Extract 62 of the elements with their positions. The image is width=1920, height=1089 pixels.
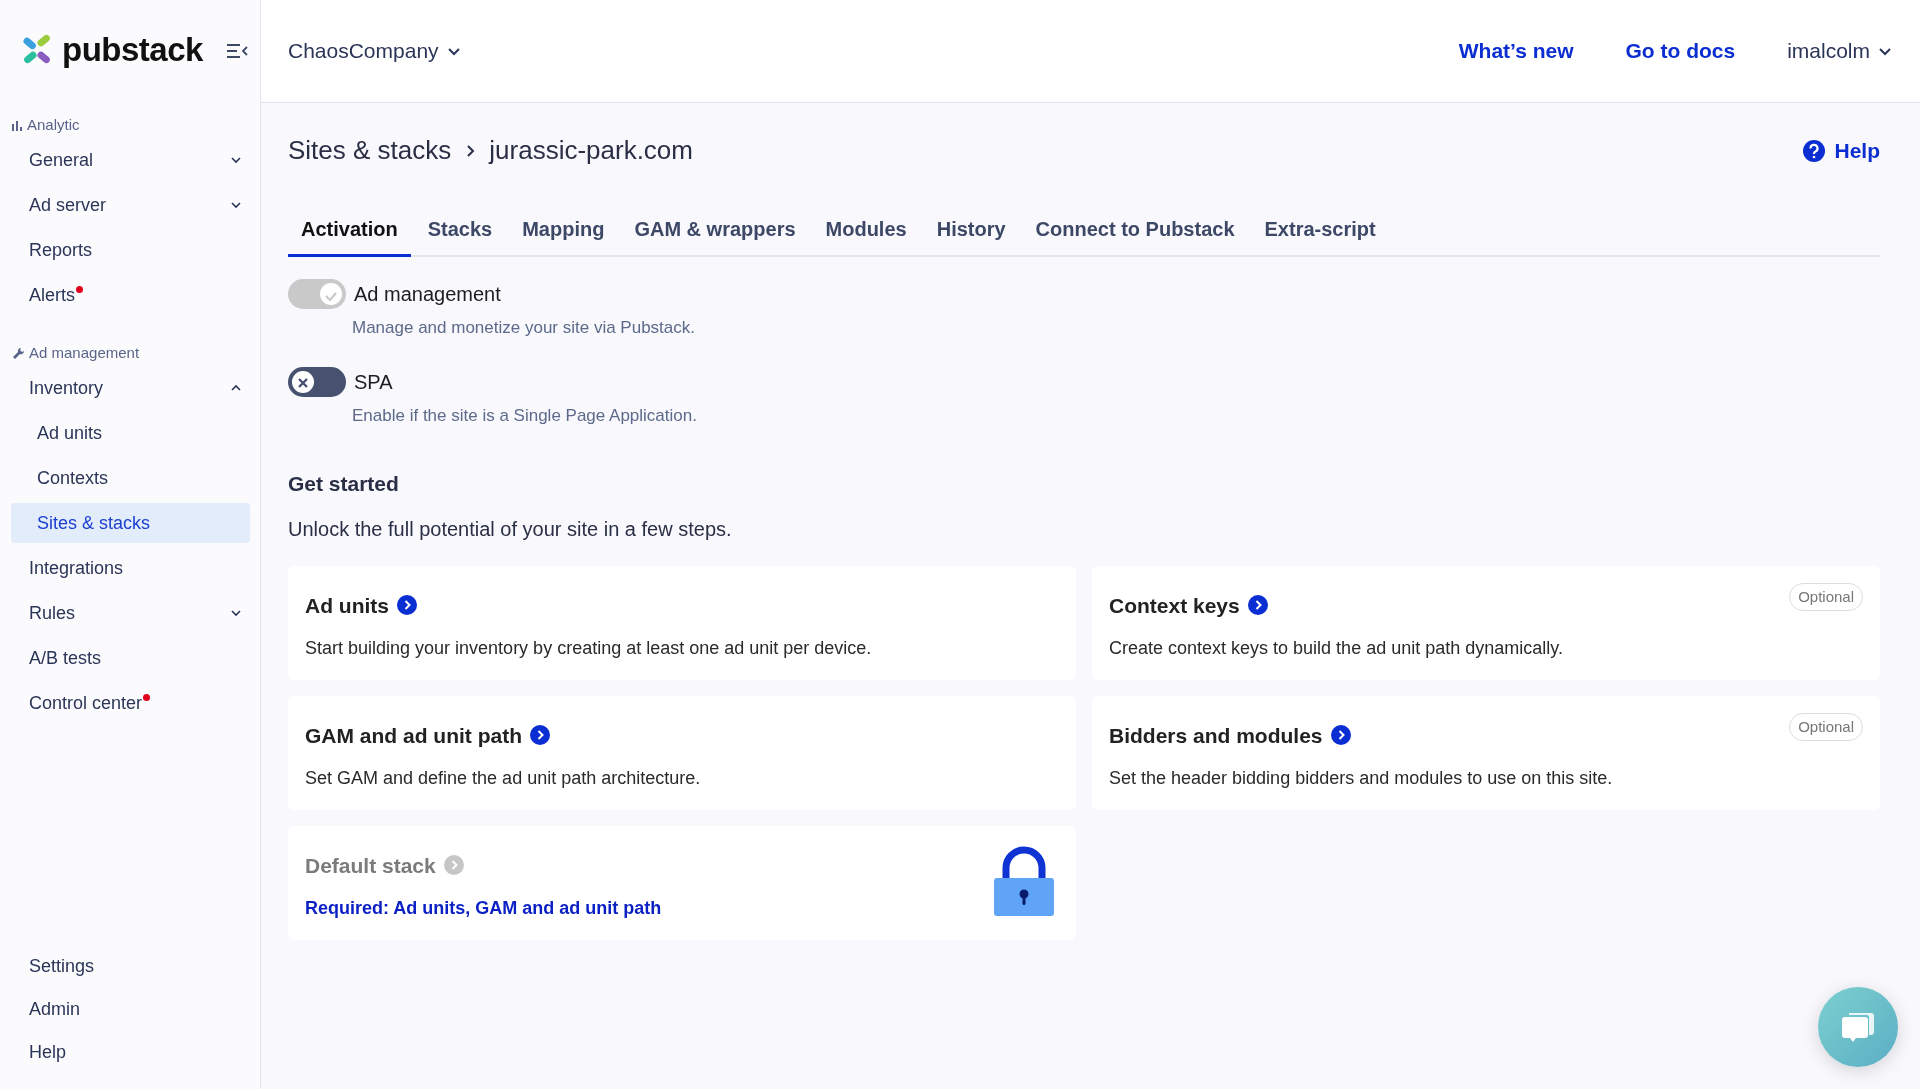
card-description: Create context keys to build the ad unit path dynamically. bbox=[1109, 637, 1564, 660]
sidebar-item[interactable]: Reports bbox=[11, 230, 250, 270]
header-link[interactable]: What’s new bbox=[1458, 35, 1574, 67]
breadcrumb-item: jurassic-park.com bbox=[489, 134, 693, 167]
sidebar-item[interactable]: Admin bbox=[11, 989, 250, 1029]
header-link[interactable]: Go to docs bbox=[1625, 35, 1736, 67]
sidebar-item[interactable]: A/B tests bbox=[11, 638, 250, 678]
section-heading: Analytic bbox=[27, 114, 80, 135]
toggle-label: SPA bbox=[354, 369, 393, 395]
card-description: Set the header bidding bidders and modules to use on this site. bbox=[1109, 767, 1614, 790]
section-title: Get started bbox=[288, 471, 400, 497]
sidebar-item[interactable]: Inventory bbox=[11, 368, 250, 408]
user-menu[interactable]: imalcolm bbox=[1787, 35, 1892, 67]
card-title: Default stack bbox=[305, 852, 436, 879]
tab[interactable]: History bbox=[923, 206, 1019, 257]
card-title: Bidders and modules bbox=[1109, 722, 1323, 749]
sidebar-item[interactable]: Integrations bbox=[11, 548, 250, 588]
bar-chart-icon bbox=[12, 119, 23, 131]
card-description: Set GAM and define the ad unit path architecture. bbox=[305, 767, 702, 790]
sidebar-item[interactable]: Alerts bbox=[11, 275, 250, 315]
sidebar-item[interactable]: Control center bbox=[11, 683, 250, 723]
chevron-down-icon bbox=[1878, 46, 1892, 56]
arrow-circle-icon[interactable] bbox=[1247, 595, 1268, 616]
logo-text: pubstack bbox=[62, 30, 203, 71]
arrow-circle-icon[interactable] bbox=[1330, 725, 1351, 746]
requirement-text: Required: Ad units, GAM and ad unit path bbox=[305, 897, 663, 920]
breadcrumb-chevron-icon bbox=[465, 143, 476, 158]
card-description: Start building your inventory by creating at least one ad unit per device. bbox=[305, 637, 873, 660]
sidebar-item[interactable]: Ad units bbox=[11, 413, 250, 453]
breadcrumb-item[interactable]: Sites & stacks bbox=[288, 131, 452, 170]
sidebar-item[interactable]: Help bbox=[11, 1032, 250, 1072]
sidebar-item[interactable]: Contexts bbox=[11, 458, 250, 498]
arrow-circle-icon[interactable] bbox=[397, 595, 417, 616]
tab[interactable]: Connect to Pubstack bbox=[1022, 206, 1248, 257]
sidebar-item[interactable]: General bbox=[11, 140, 250, 180]
tab[interactable]: Modules bbox=[812, 206, 920, 257]
sidebar-item[interactable]: Sites & stacks bbox=[11, 503, 250, 543]
wrench-icon bbox=[12, 346, 25, 360]
toggle-description: Enable if the site is a Single Page Application. bbox=[352, 404, 698, 427]
card-title: Ad units bbox=[305, 592, 389, 619]
toggle-switch[interactable] bbox=[288, 366, 346, 397]
chevron-down-icon bbox=[446, 46, 461, 56]
toggle-description: Manage and monetize your site via Pubstack. bbox=[352, 317, 697, 339]
tab[interactable]: Activation bbox=[288, 206, 411, 257]
sidebar-item[interactable]: Rules bbox=[11, 593, 250, 633]
section-heading: Ad management bbox=[29, 342, 140, 363]
tab[interactable]: Mapping bbox=[509, 206, 618, 257]
padlock-icon bbox=[992, 845, 1056, 918]
card-title: GAM and ad unit path bbox=[305, 722, 522, 749]
arrow-circle-icon[interactable] bbox=[530, 725, 550, 746]
toggle-label: Ad management bbox=[354, 282, 501, 307]
sidebar-item[interactable]: Settings bbox=[11, 946, 250, 986]
organization-dropdown[interactable]: ChaosCompany bbox=[288, 35, 461, 67]
tab[interactable]: Stacks bbox=[414, 206, 506, 257]
sidebar-item[interactable]: Ad server bbox=[11, 185, 250, 225]
help-link[interactable]: Help bbox=[1802, 134, 1880, 167]
tab[interactable]: GAM & wrappers bbox=[621, 206, 809, 257]
tab[interactable]: Extra-script bbox=[1251, 206, 1389, 257]
collapse-menu-icon bbox=[226, 42, 248, 59]
section-subtitle: Unlock the full potential of your site in a few steps. bbox=[288, 516, 733, 542]
help-icon bbox=[1802, 138, 1827, 163]
card-title: Context keys bbox=[1109, 592, 1240, 619]
